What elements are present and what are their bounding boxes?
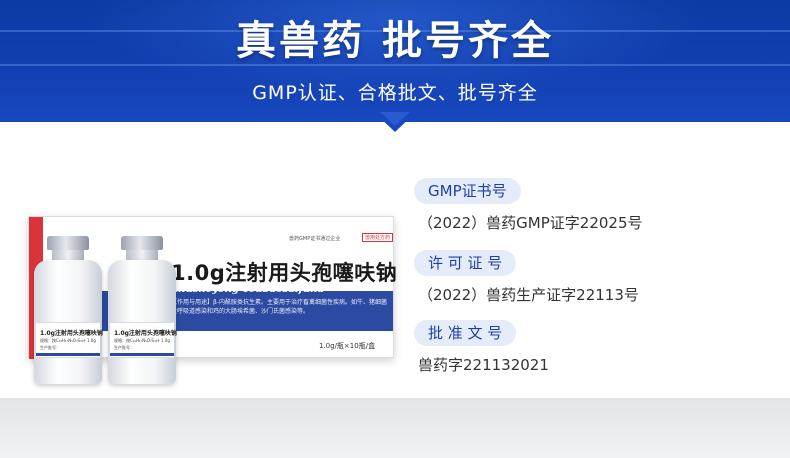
license-number-label: 许 可 证 号 [414,250,517,276]
vial-label-stripe [36,353,100,356]
vial-label-batch: 生产批号： [114,345,134,350]
vial-label-spec: 规格：按C₁₉H₁₇N₅O₇S₃计 1.0g [114,338,170,343]
vial-label: 1.0g注射用头孢噻呋钠 规格：按C₁₉H₁₇N₅O₇S₃计 1.0g 生产批号… [110,322,177,358]
box-product-name: 1.0g注射用头孢噻呋钠 [171,261,398,285]
vial-label: 1.0g注射用头孢噻呋钠 规格：按C₁₉H₁₇N₅O₇S₃计 1.0g 生产批号… [36,322,103,358]
approval-number-value: 兽药字221132021 [418,356,549,374]
vial-body: 1.0g注射用头孢噻呋钠 规格：按C₁₉H₁₇N₅O₇S₃计 1.0g 生产批号… [108,260,177,384]
banner-subtitle: GMP认证、合格批文、批号齐全 [252,82,538,104]
vial-label-stripe [110,353,174,356]
vial-label-batch: 生产批号： [40,345,60,350]
license-number-value: （2022）兽药生产证字22113号 [418,286,639,304]
approval-number-label: 批 准 文 号 [414,320,517,346]
vial-right: 1.0g注射用头孢噻呋钠 规格：按C₁₉H₁₇N₅O₇S₃计 1.0g 生产批号… [108,236,177,386]
box-usage-text: 【作用与用途】β-内酰胺类抗生素。主要用于治疗畜禽细菌性疾病。如牛、猪细菌性呼吸… [171,299,387,315]
vial-body: 1.0g注射用头孢噻呋钠 规格：按C₁₉H₁₇N₅O₇S₃计 1.0g 生产批号… [34,260,103,384]
box-product-pinyin: Zhusheyong Toubaosaifuna [171,284,324,295]
box-spec: 1.0g/瓶×10瓶/盒 [319,342,376,350]
box-gmp-text: 兽药GMP证书通过企业 [289,236,341,242]
product-image: 兽药GMP证书通过企业 兽用处方药 1.0g注射用头孢噻呋钠 Zhusheyon… [28,208,398,388]
banner-notch-icon [374,112,416,132]
box-prescription-badge: 兽用处方药 [362,233,393,242]
vial-neck [52,250,84,260]
vial-label-name: 1.0g注射用头孢噻呋钠 [40,330,103,337]
vial-left: 1.0g注射用头孢噻呋钠 规格：按C₁₉H₁₇N₅O₇S₃计 1.0g 生产批号… [34,236,103,386]
bottom-band [0,398,790,458]
banner-title: 真兽药 批号齐全 [236,18,554,64]
vial-label-name: 1.0g注射用头孢噻呋钠 [114,330,177,337]
vial-neck [126,250,158,260]
vial-cap [121,236,163,250]
gmp-certificate-label: GMP证书号 [414,178,521,204]
gmp-certificate-value: （2022）兽药GMP证字22025号 [418,214,643,232]
vial-label-spec: 规格：按C₁₉H₁₇N₅O₇S₃计 1.0g [40,338,96,343]
header-banner: 真兽药 批号齐全 GMP认证、合格批文、批号齐全 [0,0,790,122]
vial-cap [47,236,89,250]
